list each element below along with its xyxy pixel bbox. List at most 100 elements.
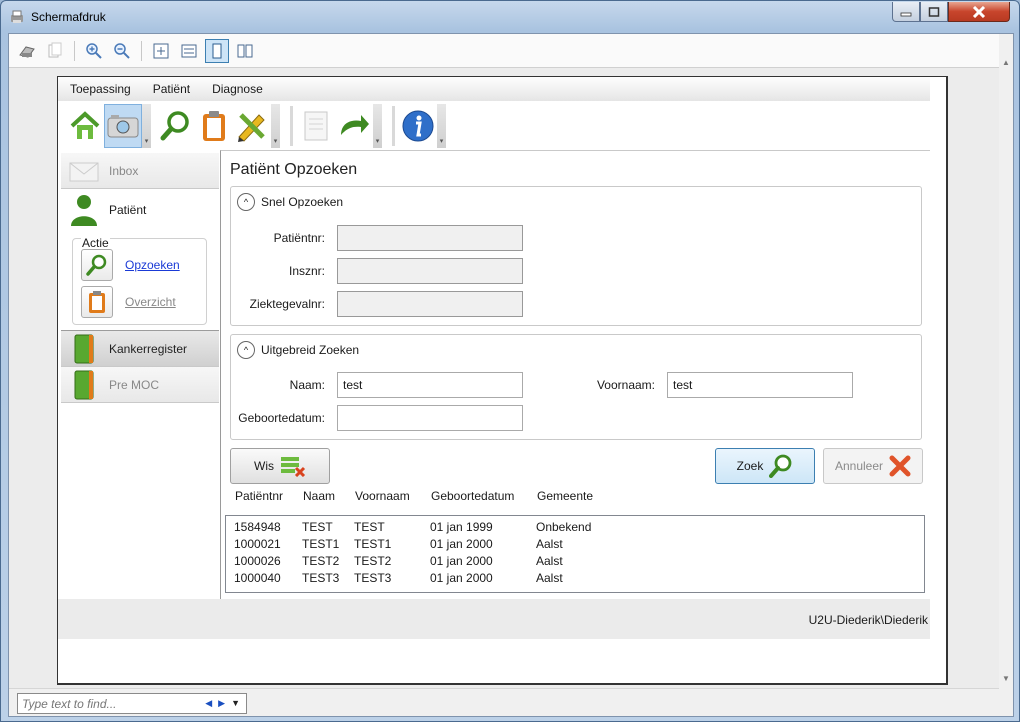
table-row[interactable]: 1000040 TEST3 TEST3 01 jan 2000 Aalst bbox=[234, 569, 924, 586]
ziektegevalnr-field[interactable] bbox=[337, 291, 523, 317]
find-next-icon[interactable]: ▶ bbox=[218, 698, 225, 709]
scroll-up-icon[interactable]: ▲ bbox=[1002, 58, 1010, 67]
zoom-out-icon[interactable] bbox=[110, 39, 134, 63]
naam-label: Naam: bbox=[289, 378, 325, 392]
insznr-field[interactable] bbox=[337, 258, 523, 284]
book-icon bbox=[74, 334, 94, 364]
column-header[interactable]: Geboortedatum bbox=[431, 489, 537, 503]
snel-opzoeken-group: ^ Snel Opzoeken Patiëntnr: Insznr: Ziekt… bbox=[230, 186, 922, 326]
copy-icon[interactable] bbox=[43, 39, 67, 63]
column-header[interactable]: Gemeente bbox=[537, 489, 637, 503]
zoom-in-icon[interactable] bbox=[82, 39, 106, 63]
envelope-icon bbox=[69, 162, 99, 182]
toolbar-separator bbox=[141, 40, 142, 61]
cell: TEST1 bbox=[302, 536, 340, 551]
find-nav: ◀ ▶ ▼ bbox=[205, 698, 246, 709]
menu-diagnose[interactable]: Diagnose bbox=[212, 82, 263, 96]
two-page-icon[interactable] bbox=[233, 39, 257, 63]
search-button[interactable] bbox=[157, 104, 195, 148]
uitgebreid-zoeken-group: ^ Uitgebreid Zoeken Naam: test Voornaam:… bbox=[230, 334, 922, 440]
single-page-icon[interactable] bbox=[205, 38, 229, 63]
home-button[interactable] bbox=[66, 104, 104, 148]
minimize-button[interactable] bbox=[892, 2, 920, 22]
chevron-up-icon[interactable]: ^ bbox=[237, 193, 255, 211]
table-row[interactable]: 1584948 TEST TEST 01 jan 1999 Onbekend bbox=[234, 518, 924, 535]
cancel-x-icon bbox=[889, 455, 911, 477]
cell: TEST2 bbox=[302, 553, 340, 568]
field-row: Voornaam: test bbox=[561, 372, 853, 398]
cell: TEST3 bbox=[354, 570, 392, 585]
overzicht-link[interactable]: Overzicht bbox=[125, 295, 176, 309]
menu-bar: Toepassing Patiënt Diagnose bbox=[58, 77, 930, 101]
cell: TEST bbox=[354, 519, 385, 534]
toolbar-grip[interactable]: ▾ bbox=[437, 104, 446, 148]
document-canvas: Toepassing Patiënt Diagnose ▾ ▾ ▾ ▾ Inbo… bbox=[9, 68, 999, 688]
group-title: Snel Opzoeken bbox=[261, 195, 344, 209]
close-button[interactable] bbox=[948, 2, 1010, 22]
camera-button[interactable] bbox=[104, 104, 142, 148]
voornaam-field[interactable]: test bbox=[667, 372, 853, 398]
print-icon[interactable] bbox=[15, 39, 39, 63]
info-button[interactable] bbox=[399, 104, 437, 148]
sidebar-item-premoc[interactable]: Pre MOC bbox=[61, 367, 219, 403]
scroll-down-icon[interactable]: ▼ bbox=[1002, 674, 1010, 683]
chevron-up-icon[interactable]: ^ bbox=[237, 341, 255, 359]
app-icon bbox=[11, 10, 23, 23]
results-list[interactable]: 1584948 TEST TEST 01 jan 1999 Onbekend 10000… bbox=[225, 515, 925, 593]
sidebar-patient-group: Patiënt Actie Opzoeken Overzicht bbox=[61, 189, 219, 331]
sidebar-item-kankerregister[interactable]: Kankerregister bbox=[61, 331, 219, 367]
opzoeken-link[interactable]: Opzoeken bbox=[125, 258, 180, 272]
sidebar: Inbox Patiënt Actie Opzoeken Overzicht K… bbox=[61, 153, 219, 643]
cell: Aalst bbox=[536, 570, 563, 585]
menu-toepassing[interactable]: Toepassing bbox=[70, 82, 131, 96]
results-header: Patiëntnr Naam Voornaam Geboortedatum Ge… bbox=[235, 489, 637, 503]
table-row[interactable]: 1000026 TEST2 TEST2 01 jan 2000 Aalst bbox=[234, 552, 924, 569]
sidebar-item-inbox[interactable]: Inbox bbox=[61, 153, 219, 189]
cell: 01 jan 1999 bbox=[430, 519, 493, 534]
fit-width-icon[interactable] bbox=[177, 39, 201, 63]
column-header[interactable]: Voornaam bbox=[355, 489, 431, 503]
geboortedatum-field[interactable] bbox=[337, 405, 523, 431]
naam-field[interactable]: test bbox=[337, 372, 523, 398]
maximize-button[interactable] bbox=[920, 2, 948, 22]
sidebar-item-patient[interactable]: Patiënt bbox=[109, 203, 146, 217]
toolbar-grip[interactable]: ▾ bbox=[271, 104, 280, 148]
find-previous-icon[interactable]: ◀ bbox=[205, 698, 212, 709]
document-button[interactable] bbox=[297, 104, 335, 148]
clipboard-button[interactable] bbox=[195, 104, 233, 148]
camera-icon bbox=[107, 115, 139, 138]
wis-button[interactable]: Wis bbox=[230, 448, 330, 484]
action-opzoeken[interactable]: Opzoeken bbox=[81, 249, 180, 281]
find-input[interactable]: Type text to find... ◀ ▶ ▼ bbox=[17, 693, 247, 714]
find-options-icon[interactable]: ▼ bbox=[231, 698, 240, 709]
toolbar-separator bbox=[392, 106, 395, 146]
column-header[interactable]: Naam bbox=[303, 489, 355, 503]
edit-button[interactable] bbox=[233, 104, 271, 148]
toolbar-grip[interactable]: ▾ bbox=[373, 104, 382, 148]
toolbar-grip[interactable]: ▾ bbox=[142, 104, 151, 148]
redo-button[interactable] bbox=[335, 104, 373, 148]
annuleer-button[interactable]: Annuleer bbox=[823, 448, 923, 484]
uitgebreid-zoeken-header[interactable]: ^ Uitgebreid Zoeken bbox=[237, 341, 359, 359]
insznr-label: Insznr: bbox=[288, 264, 325, 278]
toolbar-separator bbox=[290, 106, 293, 146]
snel-opzoeken-header[interactable]: ^ Snel Opzoeken bbox=[237, 193, 343, 211]
column-header[interactable]: Patiëntnr bbox=[235, 489, 303, 503]
action-overzicht[interactable]: Overzicht bbox=[81, 286, 176, 318]
patientnr-field[interactable] bbox=[337, 225, 523, 251]
find-placeholder: Type text to find... bbox=[22, 696, 117, 711]
field-row: Naam: test bbox=[231, 372, 523, 398]
table-row[interactable]: 1000021 TEST1 TEST1 01 jan 2000 Aalst bbox=[234, 535, 924, 552]
cell: Onbekend bbox=[536, 519, 592, 534]
pencil-ruler-icon bbox=[238, 113, 265, 142]
vertical-scrollbar[interactable]: ▲ ▼ bbox=[999, 34, 1013, 716]
actie-group: Actie Opzoeken Overzicht bbox=[72, 236, 207, 325]
zoek-button[interactable]: Zoek bbox=[715, 448, 815, 484]
status-bar: U2U-Diederik\Diederik bbox=[58, 599, 930, 639]
find-bar: Type text to find... ◀ ▶ ▼ bbox=[9, 688, 999, 716]
home-icon bbox=[70, 111, 100, 139]
field-row: Patiëntnr: bbox=[231, 225, 523, 251]
menu-patient[interactable]: Patiënt bbox=[153, 82, 190, 96]
cell: Aalst bbox=[536, 536, 563, 551]
fit-page-icon[interactable] bbox=[149, 39, 173, 63]
